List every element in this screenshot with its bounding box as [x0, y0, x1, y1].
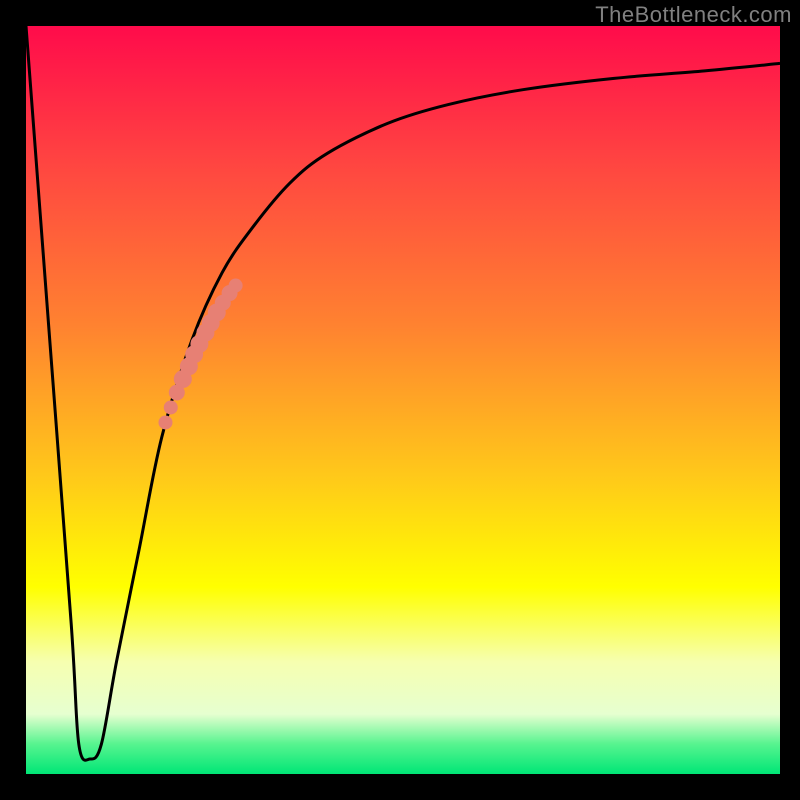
watermark-text: TheBottleneck.com — [595, 2, 792, 28]
chart-stage: TheBottleneck.com — [0, 0, 800, 800]
chart-svg — [0, 0, 800, 800]
plot-background — [26, 26, 780, 774]
highlight-dot — [229, 279, 243, 293]
highlight-dot — [158, 415, 172, 429]
highlight-dot — [164, 400, 178, 414]
